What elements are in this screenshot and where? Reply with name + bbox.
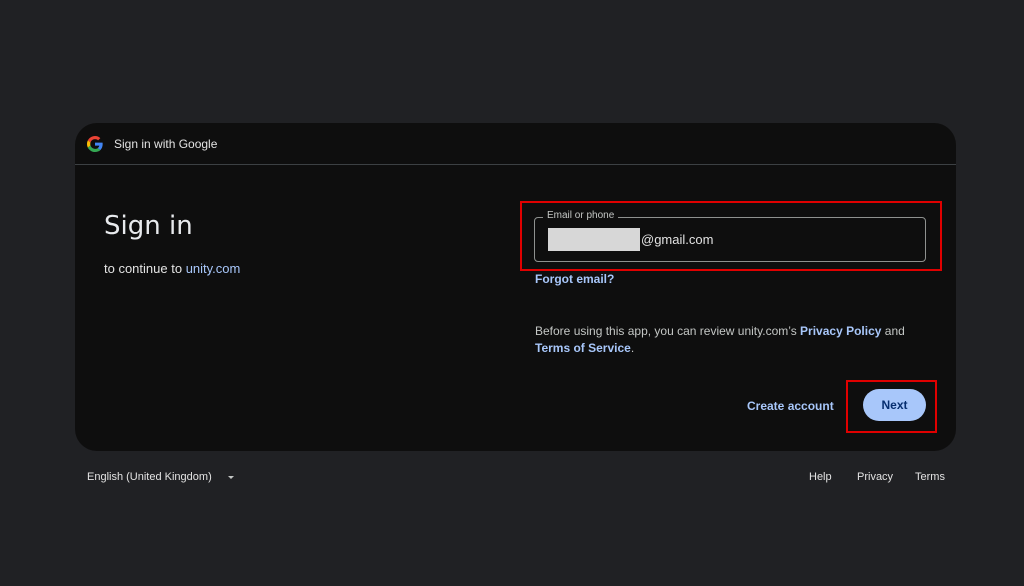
language-label: English (United Kingdom) [87, 471, 212, 483]
language-selector[interactable]: English (United Kingdom) [87, 471, 234, 483]
policy-text: Before using this app, you can review un… [535, 323, 915, 357]
continue-prefix: to continue to [104, 261, 183, 276]
dropdown-caret-icon [227, 475, 234, 479]
footer-privacy-link[interactable]: Privacy [857, 471, 893, 483]
create-account-button[interactable]: Create account [747, 399, 834, 413]
continue-text: to continue to unity.com [104, 261, 240, 276]
policy-suffix: . [630, 341, 635, 355]
privacy-policy-link[interactable]: Privacy Policy [800, 324, 881, 338]
next-highlight-box [846, 380, 937, 433]
footer-terms-link[interactable]: Terms [915, 471, 945, 483]
policy-and: and [884, 324, 905, 338]
footer-help-link[interactable]: Help [809, 471, 832, 483]
policy-prefix: Before using this app, you can review un… [535, 324, 797, 338]
signin-card: Sign in with Google Sign in to continue … [75, 123, 956, 451]
page-title: Sign in [104, 211, 193, 241]
card-header: Sign in with Google [75, 123, 956, 165]
site-name: unity.com [185, 261, 241, 276]
header-title: Sign in with Google [114, 137, 218, 151]
google-logo-icon [87, 136, 103, 152]
email-highlight-box [520, 201, 942, 271]
forgot-email-link[interactable]: Forgot email? [535, 272, 614, 286]
terms-of-service-link[interactable]: Terms of Service [535, 341, 631, 355]
